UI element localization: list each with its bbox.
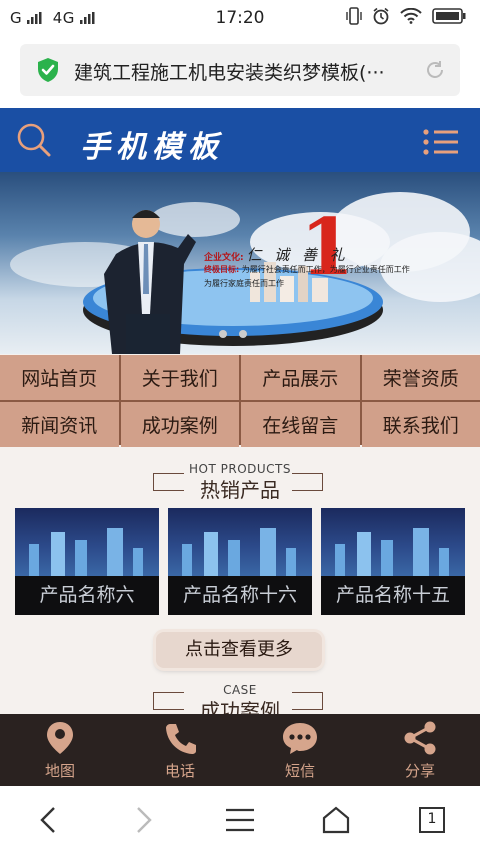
- nav-products[interactable]: 产品展示: [241, 355, 360, 400]
- main-nav: 网站首页 关于我们 产品展示 荣誉资质 新闻资讯 成功案例 在线留言 联系我们: [0, 355, 480, 447]
- goal-label: 终极目标:: [204, 265, 240, 274]
- bottom-action-bar: 地图 电话 短信 分享: [0, 714, 480, 786]
- nav-home[interactable]: 网站首页: [0, 355, 119, 400]
- message-icon: [283, 723, 317, 754]
- address-bar[interactable]: 建筑工程施工机电安装类织梦模板(···: [20, 44, 460, 96]
- tabs-count: 1: [427, 810, 437, 827]
- view-more-button[interactable]: 点击查看更多: [156, 632, 322, 668]
- goal-text-2: 为履行家庭责任而工作: [204, 279, 284, 288]
- nav-news[interactable]: 新闻资讯: [0, 402, 119, 447]
- menu-lines-icon[interactable]: [225, 807, 255, 833]
- secure-shield-icon: [38, 58, 58, 82]
- product-name: 产品名称十六: [168, 576, 312, 615]
- nav-contact[interactable]: 联系我们: [361, 402, 480, 447]
- nav-cases[interactable]: 成功案例: [120, 402, 239, 447]
- site-title: 手机模板: [80, 130, 224, 165]
- browser-address-area: 建筑工程施工机电安装类织梦模板(···: [0, 36, 480, 108]
- browser-toolbar: 1: [0, 786, 480, 853]
- hero-banner: 1 企业文化: 仁 诚 善 礼 终极目标: 为履行社会责任而工作，为履行企业责任…: [0, 172, 480, 354]
- section-title-cn: 热销产品: [200, 478, 280, 502]
- product-card[interactable]: 产品名称六: [15, 508, 159, 615]
- site-header: 手机模板: [0, 108, 480, 172]
- nav-honors[interactable]: 荣誉资质: [361, 355, 480, 400]
- phone-button[interactable]: 电话: [120, 714, 240, 786]
- sms-button[interactable]: 短信: [240, 714, 360, 786]
- title-bracket-right: [292, 473, 323, 491]
- search-icon[interactable]: [16, 122, 52, 158]
- home-icon[interactable]: [321, 805, 351, 835]
- share-button[interactable]: 分享: [360, 714, 480, 786]
- sms-label: 短信: [284, 762, 315, 780]
- vibrate-icon: [346, 7, 362, 25]
- status-icons: [346, 7, 466, 25]
- status-bar: G 4G 17:20: [0, 0, 480, 36]
- share-label: 分享: [404, 762, 435, 780]
- menu-icon[interactable]: [422, 128, 460, 156]
- tabs-button[interactable]: 1: [418, 806, 446, 834]
- battery-icon: [432, 8, 466, 24]
- culture-value: 仁 诚 善 礼: [246, 246, 349, 264]
- product-card[interactable]: 产品名称十五: [321, 508, 465, 615]
- hot-products-title: HOT PRODUCTS 热销产品: [0, 462, 480, 503]
- product-card[interactable]: 产品名称十六: [168, 508, 312, 615]
- phone-icon: [166, 724, 196, 754]
- share-icon: [404, 721, 436, 755]
- goal-text: 为履行社会责任而工作，为履行企业责任而工作: [241, 265, 410, 274]
- title-bracket-right: [292, 692, 323, 710]
- product-name: 产品名称六: [15, 576, 159, 615]
- map-button[interactable]: 地图: [0, 714, 120, 786]
- title-bracket-left: [153, 692, 184, 710]
- culture-label: 企业文化:: [204, 253, 244, 263]
- nav-about[interactable]: 关于我们: [120, 355, 239, 400]
- forward-icon[interactable]: [132, 805, 156, 835]
- nav-message[interactable]: 在线留言: [241, 402, 360, 447]
- map-label: 地图: [44, 762, 75, 780]
- title-bracket-left: [153, 473, 184, 491]
- alarm-icon: [373, 7, 389, 25]
- reload-icon[interactable]: [424, 59, 446, 81]
- page-title-url[interactable]: 建筑工程施工机电安装类织梦模板(···: [74, 58, 404, 85]
- businessman-graphic: [104, 210, 196, 354]
- map-pin-icon: [47, 722, 73, 754]
- wifi-icon: [400, 8, 422, 24]
- back-icon[interactable]: [36, 805, 60, 835]
- product-name: 产品名称十五: [321, 576, 465, 615]
- phone-label: 电话: [164, 762, 195, 780]
